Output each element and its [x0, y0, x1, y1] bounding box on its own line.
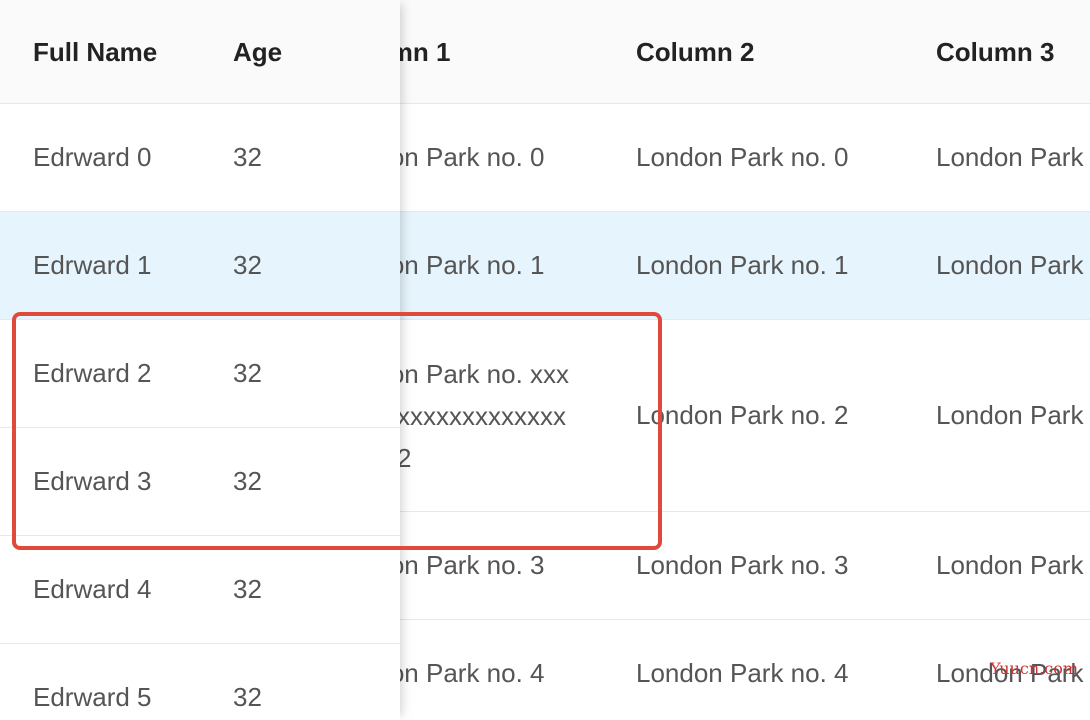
cell-column-3: London Park no. 2 — [936, 400, 1090, 430]
fixed-table-row[interactable]: Edrward 4 32 — [0, 536, 400, 644]
cell-column-2: London Park no. 1 — [636, 250, 849, 280]
cell-column-2: London Park no. 4 — [636, 658, 849, 688]
watermark-text: Yuucn.com — [990, 659, 1078, 678]
cell-age: 32 — [233, 250, 262, 280]
cell-column-2: London Park no. 3 — [636, 550, 849, 580]
cell-full-name: Edrward 4 — [33, 574, 152, 604]
cell-column-3: London Park no. 1 — [936, 250, 1090, 280]
cell-column-2: London Park no. 2 — [636, 400, 849, 430]
cell-column-2: London Park no. 0 — [636, 142, 849, 172]
fixed-table-row[interactable]: Edrward 0 32 — [0, 104, 400, 212]
fixed-table-header: Full Name Age — [0, 0, 400, 104]
fixed-table-row[interactable]: Edrward 5 32 — [0, 644, 400, 720]
fixed-table-row-hovered[interactable]: Edrward 1 32 — [0, 212, 400, 320]
cell-column-3: London Park no. 0 — [936, 142, 1090, 172]
cell-column-3: London Park no. 3 — [936, 550, 1090, 580]
cell-age: 32 — [233, 358, 262, 388]
fixed-table-row[interactable]: Edrward 2 32 — [0, 320, 400, 428]
cell-age: 32 — [233, 682, 262, 712]
cell-full-name: Edrward 5 — [33, 682, 152, 712]
column-header-3[interactable]: Column 3 — [936, 0, 1090, 104]
table-viewport: Column 1 Column 2 Column 3 London Park n… — [0, 0, 1090, 720]
cell-age: 32 — [233, 466, 262, 496]
cell-full-name: Edrward 3 — [33, 466, 152, 496]
column-header-full-name[interactable]: Full Name — [33, 0, 157, 104]
fixed-left-columns: Full Name Age Edrward 0 32 Edrward 1 32 … — [0, 0, 400, 720]
cell-age: 32 — [233, 142, 262, 172]
cell-full-name: Edrward 2 — [33, 358, 152, 388]
cell-full-name: Edrward 1 — [33, 250, 152, 280]
fixed-table-row[interactable]: Edrward 3 32 — [0, 428, 400, 536]
cell-full-name: Edrward 0 — [33, 142, 152, 172]
cell-age: 32 — [233, 574, 262, 604]
column-header-2[interactable]: Column 2 — [636, 0, 936, 104]
column-header-age[interactable]: Age — [233, 0, 282, 104]
